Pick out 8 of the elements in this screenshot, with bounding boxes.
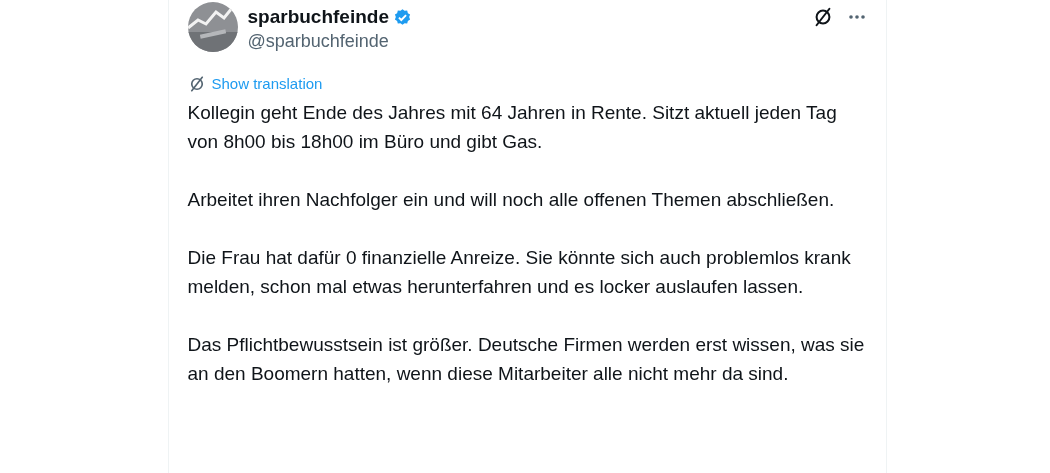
show-translation-link[interactable]: Show translation (211, 73, 323, 96)
author-handle[interactable]: @sparbuchfeinde (247, 29, 412, 53)
post-paragraph: Das Pflichtbewusstsein ist größer. Deutsche Firmen werden erst wissen, was sie an den Boomern hatten, wenn diese Mitarbeiter alle nicht mehr da sind. (187, 332, 866, 386)
author-name[interactable]: sparbuchfeinde (247, 5, 389, 29)
more-options-icon[interactable] (847, 14, 866, 20)
post-paragraph: Die Frau hat dafür 0 finanzielle Anreize. Sie könnte sich auch problemlos krank melden, schon mal etwas herunterfahren und es locker auslaufen lassen. (187, 245, 852, 299)
post-paragraph: Arbeitet ihren Nachfolger ein und will noch alle offenen Themen abschließen. (187, 187, 836, 212)
post-paragraph: Kollegin geht Ende des Jahres mit 64 Jahren in Rente. Sitzt aktuell jeden Tag von 8h00 bis 18h00 im Büro und gibt Gas. (187, 100, 838, 154)
